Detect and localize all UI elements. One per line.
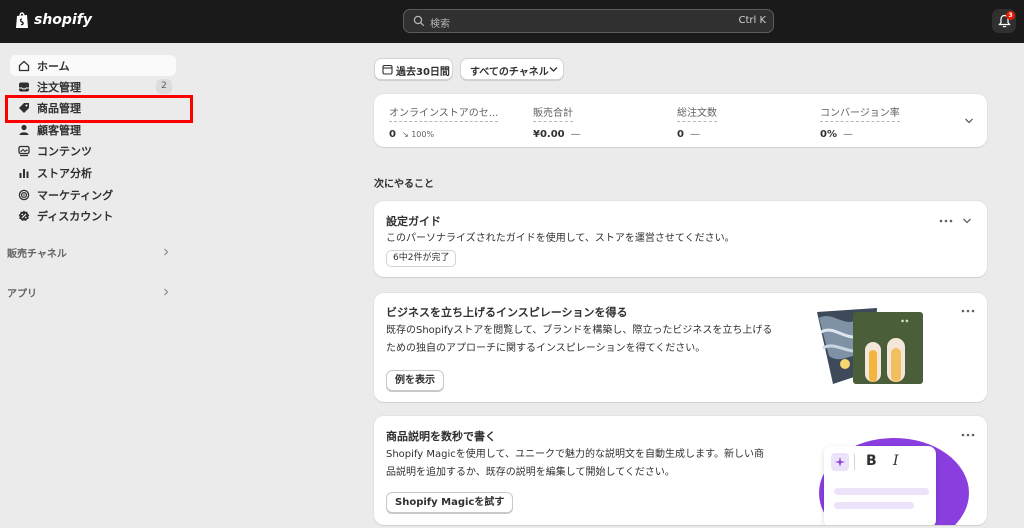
channel-selector[interactable]: すべてのチャネル: [460, 58, 564, 80]
svg-text:◆ ◆: ◆ ◆: [901, 318, 909, 323]
date-range-label: 過去30日間: [396, 67, 450, 78]
card-title: 設定ガイド: [386, 215, 441, 228]
metric-online-store-sessions[interactable]: オンラインストアのセ... 0 ↘ 100%: [389, 104, 499, 140]
italic-icon: I: [893, 453, 899, 469]
sidebar-item-orders[interactable]: 注文管理 2: [10, 76, 176, 97]
metric-value: 0%: [820, 129, 837, 140]
discount-icon: [18, 210, 30, 221]
chart-bar-icon: [19, 169, 29, 178]
sidebar-item-label: ホーム: [37, 60, 70, 73]
more-options-icon[interactable]: [939, 218, 953, 224]
metric-value: 0: [389, 129, 396, 140]
metric-total-orders[interactable]: 総注文数 0 —: [677, 104, 717, 140]
magic-editor-illustration: B I: [824, 446, 936, 525]
card-title: ビジネスを立ち上げるインスピレーションを得る: [386, 306, 628, 319]
notifications-button[interactable]: 3: [992, 9, 1016, 33]
shopify-logo[interactable]: shopify: [14, 11, 92, 29]
metric-conversion-rate[interactable]: コンバージョン率 0% —: [820, 104, 900, 140]
metric-label: 販売合計: [533, 104, 573, 122]
metric-label: コンバージョン率: [820, 104, 900, 122]
sidebar-item-label: 注文管理: [37, 81, 81, 94]
try-shopify-magic-button[interactable]: Shopify Magicを試す: [386, 492, 514, 513]
chevron-down-icon[interactable]: [962, 217, 972, 225]
sidebar-item-marketing[interactable]: マーケティング: [10, 184, 176, 205]
sales-channels-section[interactable]: 販売チャネル: [7, 245, 67, 260]
shopify-bag-icon: [16, 12, 28, 28]
home-icon: [18, 60, 30, 72]
bold-icon: B: [866, 453, 877, 469]
metric-label: オンラインストアのセ...: [389, 104, 499, 122]
date-range-button[interactable]: 過去30日間: [374, 58, 453, 80]
toolbar-divider: [854, 454, 855, 470]
top-bar: shopify 検索 Ctrl K 3: [0, 0, 1024, 43]
setup-progress-badge: 6中2件が完了: [386, 250, 457, 267]
sparkle-icon: [835, 457, 845, 467]
search-shortcut: Ctrl K: [738, 15, 766, 26]
chevron-down-icon[interactable]: [964, 117, 974, 125]
sidebar-item-label: コンテンツ: [37, 145, 92, 158]
setup-guide-card: 設定ガイド このパーソナライズされたガイドを使用して、ストアを運営させてください…: [374, 201, 987, 277]
brand-name: shopify: [34, 12, 92, 28]
sidebar-item-label: ストア分析: [37, 167, 92, 180]
chevron-right-icon[interactable]: [162, 288, 170, 296]
sidebar-item-content[interactable]: コンテンツ: [10, 140, 176, 161]
channel-label: すべてのチャネル: [470, 67, 549, 78]
metric-change: ↘ 100%: [401, 130, 435, 139]
calendar-icon: [382, 64, 393, 75]
sidebar-item-label: マーケティング: [37, 189, 114, 202]
metric-label: 総注文数: [677, 104, 717, 122]
sidebar-item-label: 顧客管理: [37, 124, 81, 137]
next-steps-heading: 次にやること: [374, 179, 434, 190]
chevron-right-icon[interactable]: [162, 248, 170, 256]
metrics-card: オンラインストアのセ... 0 ↘ 100% 販売合計 ¥0.00 — 総注文数…: [374, 94, 987, 147]
more-options-icon[interactable]: [961, 432, 975, 438]
card-title: 商品説明を数秒で書く: [386, 430, 496, 443]
orders-count-badge: 2: [156, 79, 172, 94]
sparkle-button: [831, 453, 849, 471]
sidebar-item-label: ディスカウント: [37, 210, 114, 223]
more-options-icon[interactable]: [961, 308, 975, 314]
sidebar-item-home[interactable]: ホーム: [10, 55, 176, 76]
description-line: 品説明を追加するか、既存の説明を編集して開始してください。: [386, 467, 675, 478]
search-icon: [413, 15, 425, 27]
inbox-icon: [19, 82, 29, 92]
placeholder-text-line: [834, 502, 914, 509]
content-icon: [18, 145, 30, 157]
inspiration-card: ビジネスを立ち上げるインスピレーションを得る 既存のShopifyストアを閲覧し…: [374, 293, 987, 402]
highlight-annotation-box: [5, 95, 193, 123]
description-line: Shopify Magicを使用して、ユニークで魅力的な説明文を自動生成します。…: [386, 449, 764, 460]
apps-section[interactable]: アプリ: [7, 285, 37, 300]
person-icon: [19, 124, 29, 135]
card-description: このパーソナライズされたガイドを使用して、ストアを運営させてください。: [386, 233, 735, 244]
notification-badge: 3: [1006, 11, 1015, 20]
metric-value: ¥0.00: [533, 129, 565, 140]
metric-change: —: [570, 129, 581, 140]
chevron-down-icon: [549, 67, 558, 72]
description-line: 既存のShopifyストアを閲覧して、ブランドを構築し、際立ったビジネスを立ち上…: [386, 325, 773, 336]
metric-change: —: [689, 129, 700, 140]
sidebar-item-analytics[interactable]: ストア分析: [10, 162, 176, 183]
card-description: Shopify Magicを使用して、ユニークで魅力的な説明文を自動生成します。…: [386, 446, 796, 482]
description-line: ための独自のアプローチに関するインスピレーションを得てください。: [386, 343, 706, 354]
metric-value: 0: [677, 129, 684, 140]
search-placeholder: 検索: [430, 19, 450, 30]
metric-total-sales[interactable]: 販売合計 ¥0.00 —: [533, 104, 581, 140]
metric-change: —: [842, 129, 853, 140]
view-examples-button[interactable]: 例を表示: [386, 370, 444, 391]
search-input[interactable]: 検索 Ctrl K: [403, 9, 774, 33]
target-icon: [18, 189, 30, 201]
store-inspiration-illustration: ◆ ◆: [817, 308, 923, 384]
sidebar-item-discounts[interactable]: ディスカウント: [10, 205, 176, 226]
card-description: 既存のShopifyストアを閲覧して、ブランドを構築し、際立ったビジネスを立ち上…: [386, 322, 806, 358]
shopify-magic-card: 商品説明を数秒で書く Shopify Magicを使用して、ユニークで魅力的な説…: [374, 416, 987, 525]
placeholder-text-line: [834, 488, 929, 495]
